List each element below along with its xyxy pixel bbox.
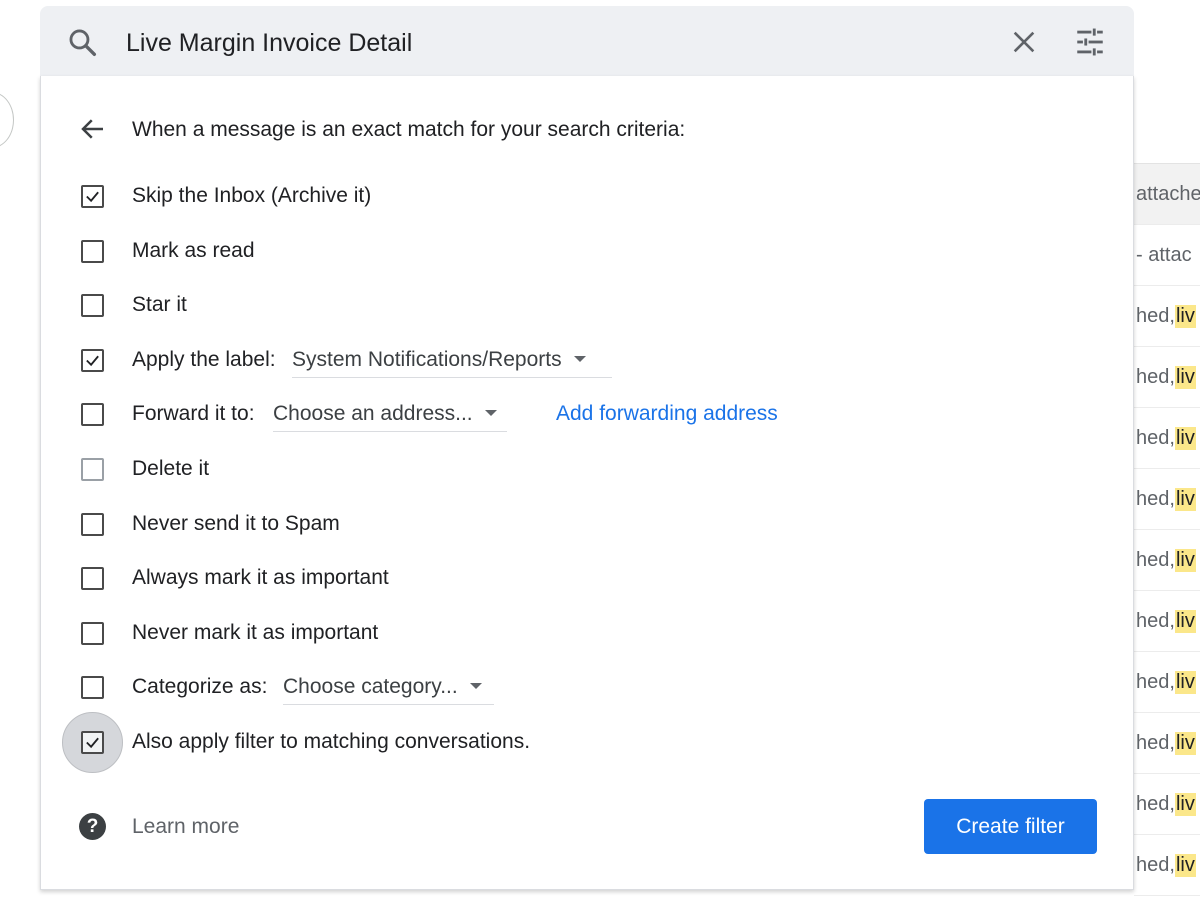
- list-item[interactable]: hed, liv: [1134, 530, 1200, 591]
- list-item-snippet: hed,: [1136, 548, 1175, 571]
- list-item-highlight: liv: [1174, 731, 1196, 755]
- list-item-highlight: liv: [1174, 426, 1196, 450]
- star-it-label: Star it: [132, 293, 187, 316]
- list-item-snippet: hed,: [1136, 670, 1175, 693]
- apply-to-matching-label: Also apply filter to matching conversati…: [132, 730, 531, 753]
- list-item[interactable]: hed, liv: [1134, 774, 1200, 835]
- star-it-checkbox[interactable]: [81, 294, 104, 317]
- list-item-snippet: hed,: [1136, 609, 1175, 632]
- apply-to-matching-checkbox[interactable]: [81, 731, 104, 754]
- forward-label: Forward it to:: [132, 402, 255, 425]
- search-icon[interactable]: [66, 26, 100, 60]
- back-arrow-icon[interactable]: [78, 114, 108, 144]
- label-select-value: System Notifications/Reports: [292, 348, 562, 371]
- never-spam-label: Never send it to Spam: [132, 512, 340, 535]
- list-item-highlight: liv: [1174, 487, 1196, 511]
- never-spam-checkbox[interactable]: [81, 513, 104, 536]
- category-select-value: Choose category...: [283, 675, 458, 698]
- list-item-snippet: hed,: [1136, 426, 1175, 449]
- skip-inbox-checkbox[interactable]: [81, 185, 104, 208]
- list-item-snippet: hed,: [1136, 487, 1175, 510]
- learn-more-link[interactable]: Learn more: [132, 814, 239, 840]
- skip-inbox-label: Skip the Inbox (Archive it): [132, 184, 372, 207]
- never-important-checkbox[interactable]: [81, 622, 104, 645]
- list-item-highlight: liv: [1174, 670, 1196, 694]
- list-item-snippet: attache: [1136, 182, 1200, 205]
- check-icon: [86, 737, 99, 749]
- list-item-highlight: liv: [1174, 548, 1196, 572]
- mark-as-read-label: Mark as read: [132, 239, 255, 262]
- list-item-snippet: hed,: [1136, 792, 1175, 815]
- check-icon: [86, 355, 99, 367]
- list-item-highlight: liv: [1174, 792, 1196, 816]
- list-item-highlight: liv: [1174, 609, 1196, 633]
- list-item[interactable]: hed, liv: [1134, 652, 1200, 713]
- create-filter-button[interactable]: Create filter: [924, 799, 1097, 854]
- list-item[interactable]: hed, liv: [1134, 713, 1200, 774]
- apply-label-label: Apply the label:: [132, 348, 276, 371]
- list-item-snippet: - attac: [1136, 243, 1192, 266]
- mark-as-read-checkbox[interactable]: [81, 240, 104, 263]
- apply-label-checkbox[interactable]: [81, 349, 104, 372]
- help-icon[interactable]: ?: [79, 813, 106, 840]
- categorize-checkbox[interactable]: [81, 676, 104, 699]
- close-icon[interactable]: [1010, 28, 1038, 56]
- list-item[interactable]: hed, liv: [1134, 286, 1200, 347]
- always-important-label: Always mark it as important: [132, 566, 389, 589]
- list-item-highlight: liv: [1174, 304, 1196, 328]
- delete-it-label: Delete it: [132, 457, 210, 480]
- forward-checkbox[interactable]: [81, 403, 104, 426]
- list-item-snippet: hed,: [1136, 304, 1175, 327]
- background-email-list: attache - attac hed, liv hed, liv hed, l…: [1134, 163, 1200, 896]
- always-important-checkbox[interactable]: [81, 567, 104, 590]
- list-item[interactable]: hed, liv: [1134, 408, 1200, 469]
- never-important-label: Never mark it as important: [132, 621, 379, 644]
- forward-address-select[interactable]: Choose an address...: [273, 401, 507, 432]
- search-input[interactable]: Live Margin Invoice Detail: [126, 28, 412, 58]
- list-item-snippet: hed,: [1136, 731, 1175, 754]
- chevron-down-icon: [469, 682, 482, 689]
- list-item[interactable]: attache: [1134, 164, 1200, 225]
- add-forwarding-address-link[interactable]: Add forwarding address: [556, 401, 778, 427]
- chevron-down-icon: [484, 409, 497, 416]
- list-item[interactable]: hed, liv: [1134, 469, 1200, 530]
- category-select[interactable]: Choose category...: [283, 674, 494, 705]
- list-item-highlight: liv: [1174, 365, 1196, 389]
- forward-address-value: Choose an address...: [273, 402, 473, 425]
- list-item-snippet: hed,: [1136, 365, 1175, 388]
- check-icon: [86, 191, 99, 203]
- list-item[interactable]: - attac: [1134, 225, 1200, 286]
- label-select[interactable]: System Notifications/Reports: [292, 347, 612, 378]
- list-item-snippet: hed,: [1136, 853, 1175, 876]
- categorize-label: Categorize as:: [132, 675, 268, 698]
- list-item[interactable]: hed, liv: [1134, 835, 1200, 896]
- chevron-down-icon: [573, 355, 586, 362]
- criteria-heading: When a message is an exact match for you…: [132, 118, 686, 141]
- list-item[interactable]: hed, liv: [1134, 347, 1200, 408]
- delete-it-checkbox[interactable]: [81, 458, 104, 481]
- background-avatar-outline: [0, 92, 14, 148]
- list-item[interactable]: hed, liv: [1134, 591, 1200, 652]
- list-item-highlight: liv: [1174, 853, 1196, 877]
- tune-icon[interactable]: [1073, 25, 1107, 59]
